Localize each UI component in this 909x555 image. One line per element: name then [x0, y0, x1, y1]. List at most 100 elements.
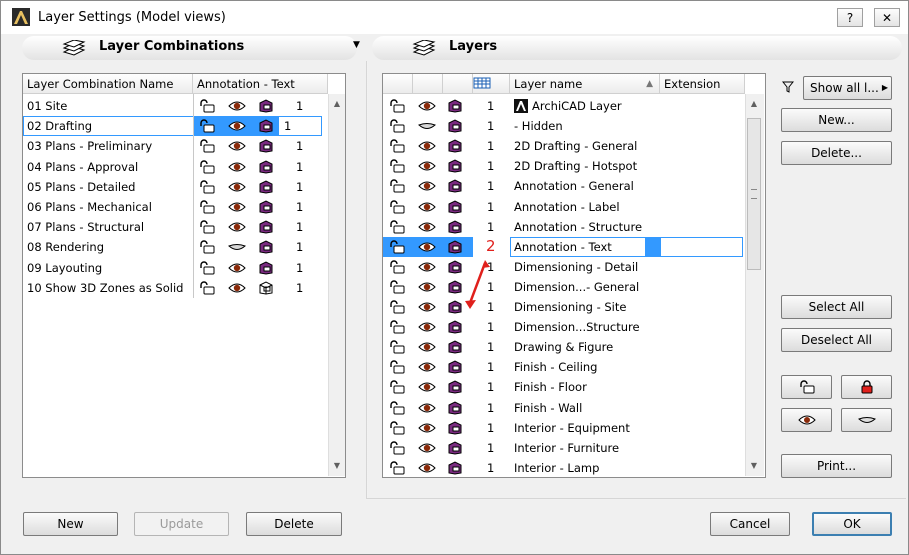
combination-row[interactable]: 01 Site 1 [23, 96, 328, 116]
layer-row[interactable]: 1 Dimensioning - Site [383, 297, 745, 317]
unlocked-icon[interactable] [388, 139, 406, 153]
unlocked-icon[interactable] [198, 119, 216, 133]
eye-icon[interactable] [418, 260, 436, 274]
show-layers-button[interactable] [781, 408, 832, 432]
unlocked-icon[interactable] [198, 200, 216, 214]
solid-mode-icon[interactable] [257, 139, 275, 153]
intersection-value[interactable]: 1 [284, 116, 291, 136]
ok-button[interactable]: OK [812, 512, 892, 536]
unlocked-icon[interactable] [388, 119, 406, 133]
solid-mode-icon[interactable] [446, 320, 464, 334]
col-annotation-text[interactable]: Annotation - Text [193, 74, 328, 94]
solid-mode-icon[interactable] [446, 199, 464, 214]
new-combination-button[interactable]: New [23, 512, 118, 536]
eye-icon[interactable] [418, 461, 436, 475]
solid-mode-icon[interactable] [446, 340, 464, 354]
help-button[interactable]: ? [837, 8, 863, 27]
layer-combinations-list[interactable]: Layer Combination Name Annotation - Text… [22, 73, 346, 478]
layer-row[interactable]: 1 Interior - Furniture [383, 438, 745, 458]
eye-icon[interactable] [418, 200, 436, 214]
solid-mode-icon[interactable] [257, 160, 275, 174]
col-combination-name[interactable]: Layer Combination Name [23, 74, 193, 94]
combination-row[interactable]: 06 Plans - Mechanical 1 [23, 197, 328, 217]
layer-row[interactable]: 1 - Hidden [383, 116, 745, 136]
combination-row[interactable]: 03 Plans - Preliminary 1 [23, 136, 328, 156]
combination-row[interactable]: 10 Show 3D Zones as Solid 1 [23, 278, 328, 298]
unlocked-icon[interactable] [388, 400, 406, 415]
col-layer-name[interactable]: Layer name ▲ [510, 74, 660, 94]
unlocked-icon[interactable] [198, 159, 216, 174]
eye-icon[interactable] [228, 220, 246, 234]
layer-row[interactable]: 1 Annotation - Structure [383, 217, 745, 237]
delete-combination-button[interactable]: Delete [246, 512, 342, 536]
unlocked-icon[interactable] [198, 240, 216, 254]
update-combination-button[interactable]: Update [134, 512, 229, 536]
unlocked-icon[interactable] [388, 441, 406, 455]
solid-mode-icon[interactable] [446, 461, 464, 475]
eye-icon[interactable] [418, 99, 436, 113]
layer-row[interactable]: 1 Dimension...- General [383, 277, 745, 297]
solid-mode-icon[interactable] [446, 139, 464, 153]
solid-mode-icon[interactable] [446, 360, 464, 374]
eye-icon[interactable] [418, 401, 436, 415]
eye-icon[interactable] [418, 380, 436, 394]
unlocked-icon[interactable] [198, 99, 216, 113]
solid-mode-icon[interactable] [257, 180, 275, 194]
unlocked-icon[interactable] [388, 199, 406, 214]
solid-mode-icon[interactable] [257, 240, 275, 254]
layer-row[interactable]: 1 Finish - Ceiling [383, 357, 745, 377]
eye-icon[interactable] [228, 281, 246, 295]
eye-icon[interactable] [228, 99, 246, 113]
eye-icon[interactable] [418, 159, 436, 173]
col-lock[interactable] [383, 74, 413, 94]
scroll-up-icon[interactable]: ▲ [329, 96, 345, 112]
layer-row[interactable]: 1 Interior - Lamp [383, 458, 745, 478]
unlocked-icon[interactable] [388, 260, 406, 274]
solid-mode-icon[interactable] [446, 179, 464, 193]
solid-mode-icon[interactable] [446, 99, 464, 113]
eye-icon[interactable] [418, 421, 436, 435]
hidden-eye-icon[interactable] [228, 240, 246, 254]
col-intersection[interactable] [473, 74, 510, 94]
eye-icon[interactable] [418, 300, 436, 314]
lock-layers-button[interactable] [841, 375, 892, 399]
eye-icon[interactable] [418, 240, 436, 254]
unlocked-icon[interactable] [388, 320, 406, 334]
solid-mode-icon[interactable] [446, 119, 464, 133]
layer-row[interactable]: 1 ArchiCAD Layer [383, 96, 745, 116]
unlocked-icon[interactable] [388, 420, 406, 435]
combination-row[interactable]: 08 Rendering 1 [23, 237, 328, 257]
unlocked-icon[interactable] [198, 260, 216, 275]
deselect-all-button[interactable]: Deselect All [781, 328, 892, 352]
col-visibility[interactable] [413, 74, 443, 94]
unlocked-icon[interactable] [198, 220, 216, 234]
combination-row[interactable]: 05 Plans - Detailed 1 [23, 177, 328, 197]
combination-row[interactable]: 02 Drafting 1 [23, 116, 328, 137]
unlocked-icon[interactable] [198, 139, 216, 153]
layer-row[interactable]: 2 Annotation - Text [383, 236, 745, 257]
layer-row[interactable]: 1 Drawing & Figure [383, 337, 745, 357]
solid-mode-icon[interactable] [257, 200, 275, 214]
layer-row[interactable]: 1 Dimensioning - Detail [383, 257, 745, 277]
solid-mode-icon[interactable] [446, 441, 464, 455]
eye-icon[interactable] [418, 340, 436, 354]
unlocked-icon[interactable] [388, 461, 406, 475]
solid-mode-icon[interactable] [446, 421, 464, 435]
cancel-button[interactable]: Cancel [710, 512, 790, 536]
eye-icon[interactable] [228, 200, 246, 214]
eye-icon[interactable] [418, 441, 436, 455]
eye-icon[interactable] [228, 119, 246, 133]
unlocked-icon[interactable] [388, 360, 406, 374]
solid-mode-icon[interactable] [446, 159, 464, 173]
unlocked-icon[interactable] [388, 240, 406, 254]
layers-scrollbar[interactable]: ▲ ▼ [745, 94, 764, 476]
unlocked-icon[interactable] [388, 99, 406, 113]
close-button[interactable]: ✕ [874, 8, 900, 27]
eye-icon[interactable] [418, 360, 436, 374]
eye-icon[interactable] [228, 139, 246, 153]
left-scrollbar[interactable]: ▲ ▼ [328, 94, 345, 476]
unlocked-icon[interactable] [388, 300, 406, 314]
show-filter-dropdown[interactable]: Show all l... ▶ [803, 76, 892, 100]
collapse-arrow-icon[interactable]: ▼ [353, 40, 360, 50]
eye-icon[interactable] [418, 220, 436, 234]
